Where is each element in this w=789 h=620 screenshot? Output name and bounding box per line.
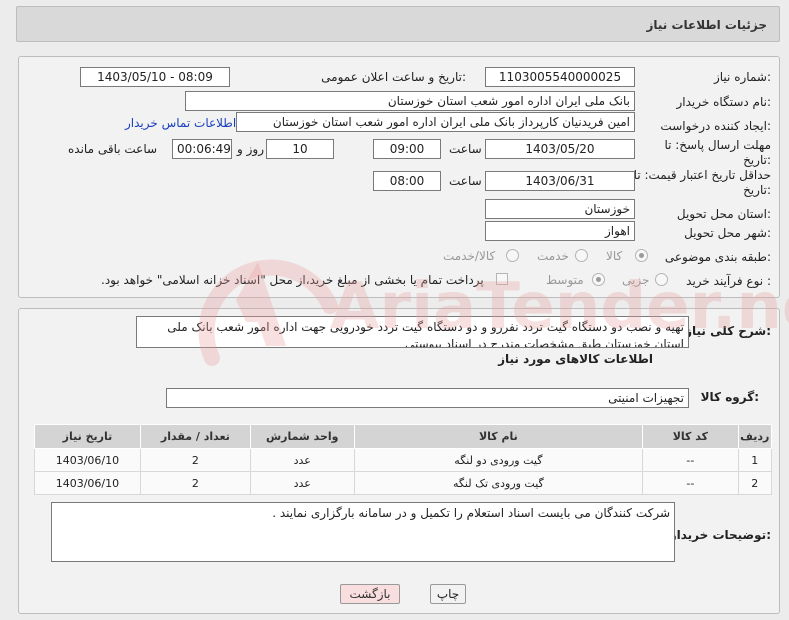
need-number-field: 1103005540000025 xyxy=(485,67,635,87)
description-label: شرح کلی نیاز: xyxy=(685,324,771,338)
process-radio-minor[interactable] xyxy=(655,273,668,286)
buyer-notes-field: شرکت کنندگان می بایست اسناد استعلام را ت… xyxy=(51,502,675,562)
days-label: روز و xyxy=(237,142,264,156)
remaining-time-field: 00:06:49 xyxy=(172,139,232,159)
column-header-row-number: ردیف xyxy=(737,424,773,449)
announce-label: تاریخ و ساعت اعلان عمومی: xyxy=(321,70,466,84)
days-field: 10 xyxy=(266,139,334,159)
print-button[interactable]: چاپ xyxy=(430,584,466,604)
goods-info-title: اطلاعات کالاهای مورد نیاز xyxy=(498,352,653,366)
item-name: گیت ورودی دو لنگه xyxy=(353,448,644,472)
announce-field: 1403/05/10 - 08:09 xyxy=(80,67,230,87)
validity-time-field: 08:00 xyxy=(373,171,441,191)
back-button[interactable]: بازگشت xyxy=(340,584,400,604)
goods-table: ردیف کد کالا نام کالا واحد شمارش تعداد /… xyxy=(34,424,773,495)
creator-field: امین فریدنیان کارپرداز بانک ملی ایران اد… xyxy=(236,112,635,132)
reply-deadline-label: مهلت ارسال پاسخ: تا xyxy=(664,138,771,152)
category-option-service: خدمت xyxy=(537,249,569,263)
treasury-checkbox[interactable] xyxy=(496,273,508,285)
reply-time-label: ساعت xyxy=(449,142,482,156)
table-row: 1 -- گیت ورودی دو لنگه عدد 2 1403/06/10 xyxy=(34,448,773,472)
validity-label: حداقل تاریخ اعتبار قیمت: تا xyxy=(633,168,771,182)
city-label: شهر محل تحویل: xyxy=(684,226,771,240)
item-code: -- xyxy=(642,448,739,472)
item-code: -- xyxy=(642,471,739,495)
description-field: تهیه و نصب دو دستگاه گیت تردد نفررو و دو… xyxy=(136,316,689,348)
row-number: 2 xyxy=(737,471,773,495)
row-number: 1 xyxy=(737,448,773,472)
buyer-contact-link[interactable]: اطلاعات تماس خریدار xyxy=(125,116,236,130)
item-quantity: 2 xyxy=(139,471,251,495)
reply-time-field: 09:00 xyxy=(373,139,441,159)
validity-label-2: تاریخ: xyxy=(743,183,771,197)
category-label: طبقه بندی موضوعی: xyxy=(664,250,771,264)
validity-time-label: ساعت xyxy=(449,174,482,188)
column-header-unit: واحد شمارش xyxy=(249,424,355,449)
process-type-label: نوع فرآیند خرید : xyxy=(686,274,771,288)
buyer-org-field: بانک ملی ایران اداره امور شعب استان خوزس… xyxy=(185,91,635,111)
page-title: جزئیات اطلاعات نیاز xyxy=(646,18,767,32)
item-quantity: 2 xyxy=(139,448,251,472)
column-header-need-date: تاریخ نیاز xyxy=(34,424,141,449)
treasury-payment-note: پرداخت تمام یا بخشی از مبلغ خرید،از محل … xyxy=(101,273,484,287)
reply-deadline-label-2: تاریخ: xyxy=(743,153,771,167)
category-option-goods: کالا xyxy=(606,249,623,263)
category-radio-goods-service[interactable] xyxy=(506,249,519,262)
table-row: 2 -- گیت ورودی تک لنگه عدد 2 1403/06/10 xyxy=(34,471,773,495)
buyer-org-label: نام دستگاه خریدار: xyxy=(676,95,772,109)
category-radio-goods[interactable] xyxy=(635,249,648,262)
goods-group-label: گروه کالا: xyxy=(700,390,759,404)
process-option-medium: متوسط xyxy=(546,273,584,287)
reply-date-field: 1403/05/20 xyxy=(485,139,635,159)
creator-label: ایجاد کننده درخواست: xyxy=(660,119,771,133)
column-header-item-name: نام کالا xyxy=(353,424,644,449)
process-option-minor: جزیی xyxy=(622,273,650,287)
remaining-time-label: ساعت باقی مانده xyxy=(68,142,158,156)
item-need-date: 1403/06/10 xyxy=(34,448,141,472)
goods-group-field: تجهیزات امنیتی xyxy=(166,388,689,408)
category-option-goods-service: کالا/خدمت xyxy=(443,249,496,263)
page-header: جزئیات اطلاعات نیاز xyxy=(16,6,780,42)
item-unit: عدد xyxy=(249,448,355,472)
need-number-label: شماره نیاز: xyxy=(713,70,771,84)
item-need-date: 1403/06/10 xyxy=(34,471,141,495)
process-radio-medium[interactable] xyxy=(592,273,605,286)
item-name: گیت ورودی تک لنگه xyxy=(353,471,644,495)
city-field: اهواز xyxy=(485,221,635,241)
category-radio-service[interactable] xyxy=(575,249,588,262)
province-field: خوزستان xyxy=(485,199,635,219)
item-unit: عدد xyxy=(249,471,355,495)
column-header-quantity: تعداد / مقدار xyxy=(139,424,251,449)
column-header-item-code: کد کالا xyxy=(642,424,739,449)
province-label: استان محل تحویل: xyxy=(676,207,771,221)
buyer-notes-label: توضیحات خریدار: xyxy=(669,528,771,542)
validity-date-field: 1403/06/31 xyxy=(485,171,635,191)
goods-table-header: ردیف کد کالا نام کالا واحد شمارش تعداد /… xyxy=(34,424,773,449)
